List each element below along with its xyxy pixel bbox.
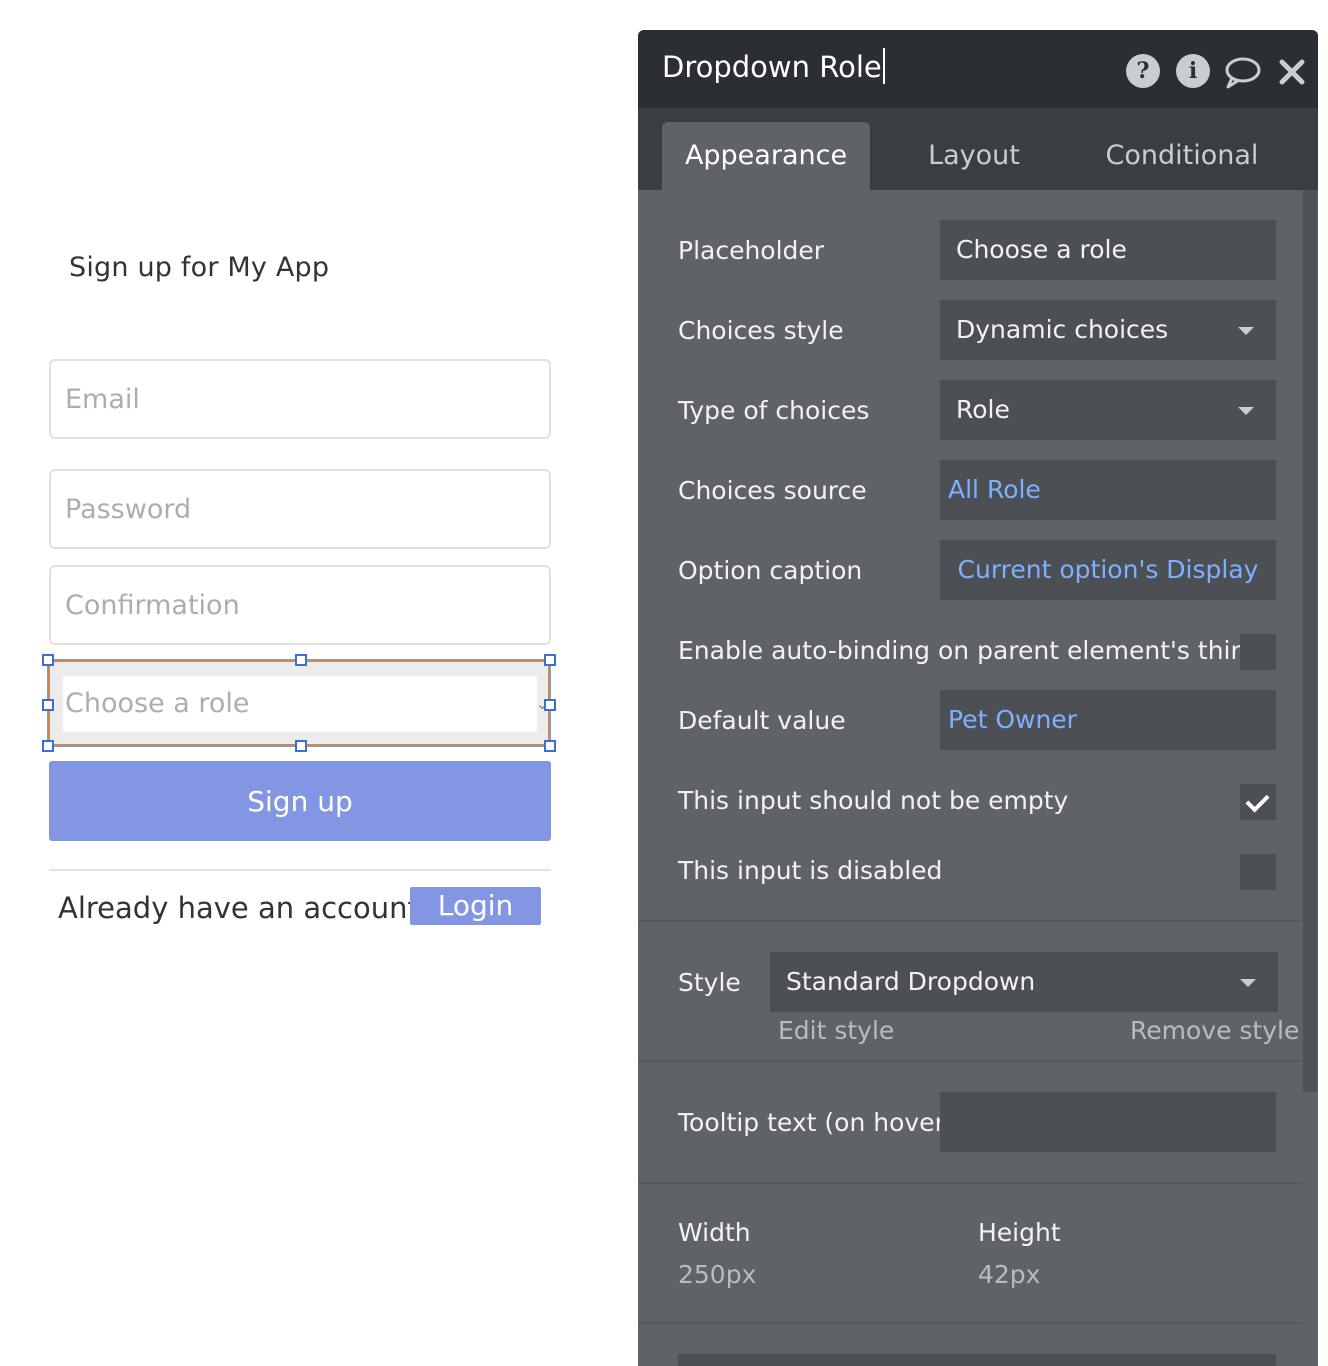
panel-scrollbar[interactable]: [1303, 190, 1317, 1092]
resize-handle-bottom[interactable]: [295, 740, 307, 752]
tooltip-input[interactable]: [940, 1092, 1276, 1152]
resize-handle-bottom-left[interactable]: [42, 740, 54, 752]
not-empty-label: This input should not be empty: [678, 786, 1069, 815]
type-of-choices-value: Role: [956, 395, 1010, 424]
type-of-choices-select[interactable]: Role: [940, 380, 1276, 440]
style-label: Style: [678, 968, 741, 997]
default-value-label: Default value: [678, 706, 846, 735]
disabled-checkbox[interactable]: [1240, 854, 1276, 890]
element-name-text: Dropdown Role: [662, 50, 882, 84]
type-of-choices-label: Type of choices: [678, 396, 870, 425]
password-field[interactable]: [49, 469, 551, 549]
text-cursor: [882, 48, 885, 84]
role-dropdown-selected[interactable]: Choose a role ⌄: [47, 659, 551, 747]
help-icon[interactable]: ?: [1126, 54, 1160, 88]
tab-layout[interactable]: Layout: [888, 122, 1060, 190]
panel-header: Dropdown Role ? i: [638, 30, 1318, 108]
option-caption-expression[interactable]: Current option's Display: [940, 540, 1276, 600]
dropdown-arrow-icon: [1238, 327, 1254, 335]
tooltip-label: Tooltip text (on hover): [678, 1108, 955, 1137]
dropdown-arrow-icon: [1238, 407, 1254, 415]
editor-canvas: Sign up for My App Choose a role ⌄ Sign …: [0, 0, 638, 1366]
edit-style-link[interactable]: Edit style: [778, 1016, 894, 1045]
info-icon[interactable]: i: [1176, 54, 1210, 88]
placeholder-label: Placeholder: [678, 236, 825, 265]
email-field[interactable]: [49, 359, 551, 439]
comment-icon[interactable]: [1224, 56, 1261, 90]
disabled-label: This input is disabled: [678, 856, 943, 885]
choices-style-value: Dynamic choices: [956, 315, 1169, 344]
resize-handle-bottom-right[interactable]: [544, 740, 556, 752]
remove-style-link[interactable]: Remove style: [1130, 1016, 1299, 1045]
panel-tabs: Appearance Layout Conditional: [638, 108, 1318, 190]
choices-source-expression[interactable]: All Role: [940, 460, 1276, 520]
dropdown-arrow-icon: [1240, 979, 1256, 987]
not-empty-checkbox[interactable]: [1240, 784, 1276, 820]
tab-appearance[interactable]: Appearance: [662, 122, 870, 190]
role-dropdown[interactable]: Choose a role ⌄: [63, 676, 549, 732]
element-name-input[interactable]: Dropdown Role: [662, 48, 885, 84]
resize-handle-top-right[interactable]: [544, 654, 556, 666]
section-divider: [638, 920, 1303, 922]
signup-button[interactable]: Sign up: [49, 761, 551, 841]
option-caption-label: Option caption: [678, 556, 863, 585]
divider: [49, 869, 551, 871]
confirmation-field[interactable]: [49, 565, 551, 645]
tab-conditional[interactable]: Conditional: [1088, 122, 1276, 190]
email-input[interactable]: [51, 361, 549, 437]
resize-handle-top-left[interactable]: [42, 654, 54, 666]
resize-handle-right[interactable]: [544, 699, 556, 711]
role-dropdown-placeholder: Choose a role: [65, 688, 250, 719]
width-label: Width: [678, 1218, 751, 1247]
confirmation-input[interactable]: [51, 567, 549, 643]
choices-style-label: Choices style: [678, 316, 844, 345]
property-editor-panel: Dropdown Role ? i Appearance Layout Cond…: [638, 30, 1318, 1366]
choices-style-select[interactable]: Dynamic choices: [940, 300, 1276, 360]
section-divider: [638, 1322, 1303, 1324]
style-select[interactable]: Standard Dropdown: [770, 952, 1278, 1012]
next-field-box[interactable]: [678, 1354, 1276, 1366]
auto-binding-checkbox[interactable]: [1240, 634, 1276, 670]
resize-handle-left[interactable]: [42, 699, 54, 711]
style-value: Standard Dropdown: [786, 967, 1036, 996]
close-icon[interactable]: [1278, 58, 1312, 92]
auto-binding-label: Enable auto-binding on parent element's …: [678, 636, 1263, 665]
already-have-account-text: Already have an account?: [58, 891, 435, 925]
section-divider: [638, 1060, 1303, 1062]
form-title: Sign up for My App: [69, 252, 330, 283]
section-divider: [638, 1182, 1303, 1184]
height-value: 42px: [978, 1260, 1041, 1289]
login-button[interactable]: Login: [410, 887, 541, 925]
width-value: 250px: [678, 1260, 757, 1289]
placeholder-input[interactable]: Choose a role: [940, 220, 1276, 280]
height-label: Height: [978, 1218, 1061, 1247]
password-input[interactable]: [51, 471, 549, 547]
choices-source-label: Choices source: [678, 476, 867, 505]
resize-handle-top[interactable]: [295, 654, 307, 666]
default-value-expression[interactable]: Pet Owner: [940, 690, 1276, 750]
